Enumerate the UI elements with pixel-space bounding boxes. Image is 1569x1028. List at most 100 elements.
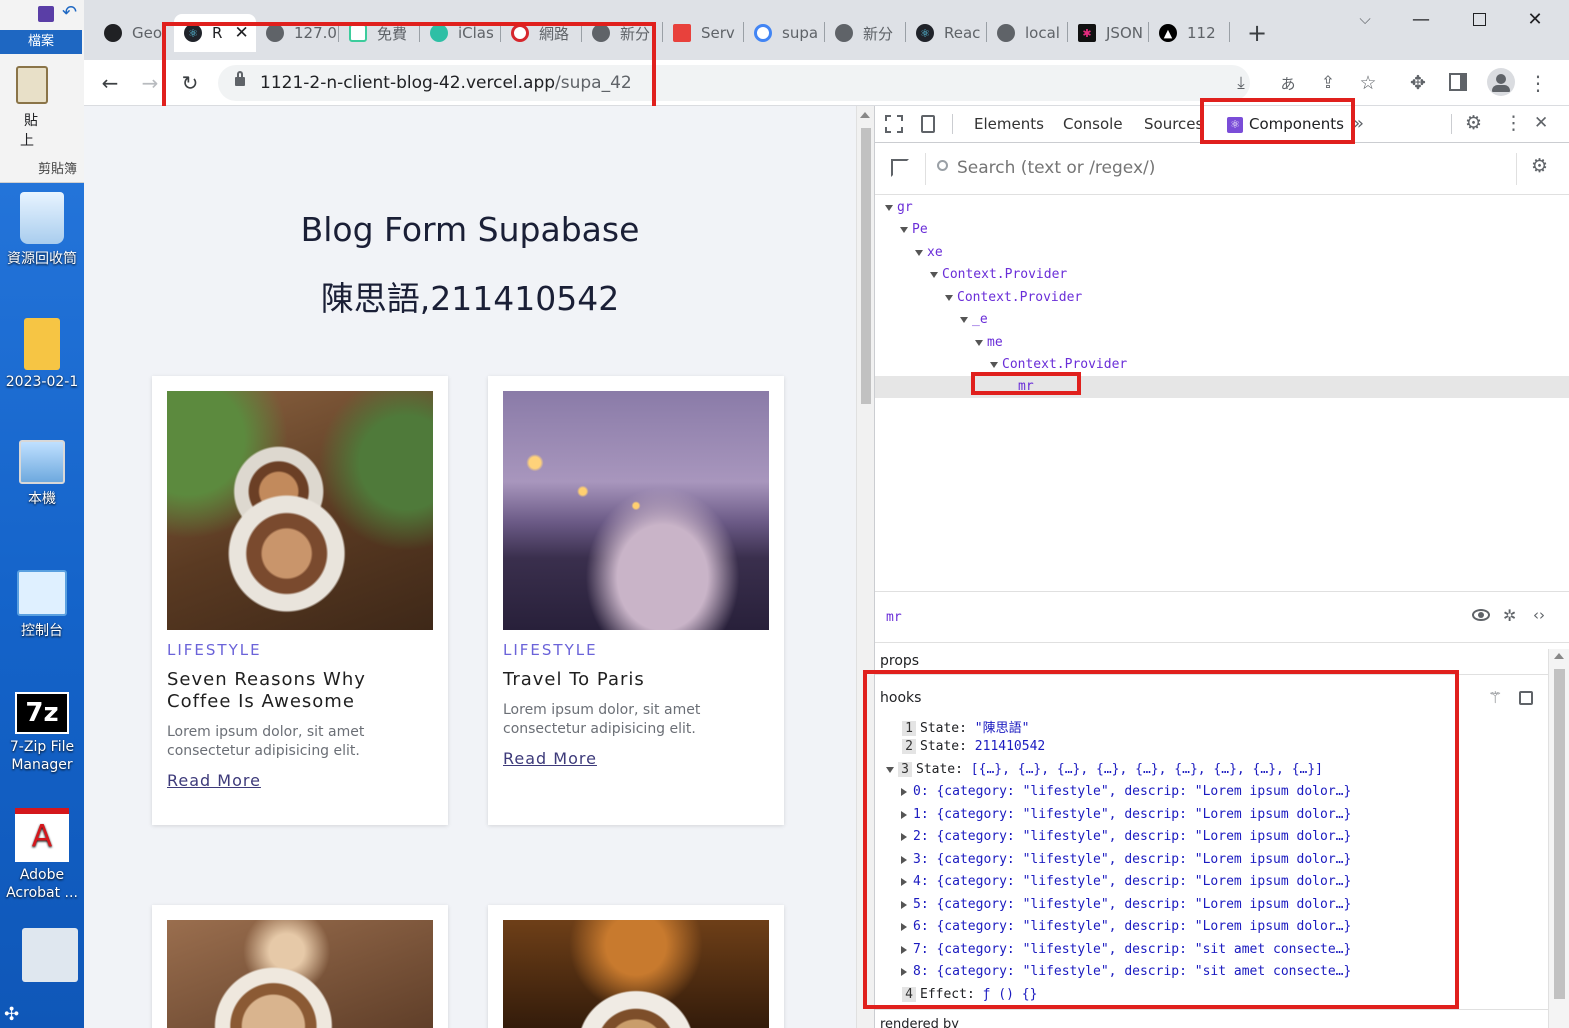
tab-sources[interactable]: Sources	[1144, 106, 1203, 143]
card-description: Lorem ipsum dolor, sit amet consectetur …	[503, 702, 701, 737]
device-toolbar-icon[interactable]	[921, 115, 935, 133]
translate-icon[interactable]: あ	[1273, 68, 1303, 98]
avatar-body	[1492, 85, 1510, 92]
desktop-icon-label: 2023-02-1	[5, 374, 79, 390]
inspector-scrollbar[interactable]	[1548, 649, 1569, 1028]
expand-triangle-icon[interactable]	[975, 339, 983, 346]
tab-separator	[1229, 22, 1230, 42]
inspector-scroll-thumb[interactable]	[1554, 669, 1565, 999]
read-more-link[interactable]: Read More	[503, 749, 597, 768]
magic-wand-icon[interactable]: ⚚	[1488, 688, 1502, 707]
bug-icon[interactable]: ✲	[1503, 606, 1516, 625]
tab-search-chevron-icon[interactable]: ⌵	[1350, 4, 1380, 34]
google-icon	[754, 24, 772, 42]
close-devtools-icon[interactable]: ✕	[1534, 113, 1548, 133]
tab[interactable]: Serv	[663, 14, 743, 52]
expand-triangle-icon[interactable]	[900, 226, 908, 233]
desktop-icon-label: 控制台	[21, 623, 63, 639]
desktop-icon-7zip[interactable]: 7z 7-Zip File Manager	[0, 692, 84, 774]
new-tab-icon[interactable]: +	[1242, 18, 1272, 48]
component-settings-gear-icon[interactable]: ⚙	[1531, 155, 1548, 177]
tree-node[interactable]: _e	[960, 312, 988, 327]
expand-triangle-icon[interactable]	[930, 271, 938, 278]
tab[interactable]: ⚛ Reac	[906, 14, 986, 52]
tab[interactable]: ✱ JSON	[1068, 14, 1148, 52]
github-icon	[104, 24, 122, 42]
scroll-up-arrow-icon[interactable]	[1554, 653, 1564, 659]
file-tab[interactable]: 檔案	[0, 30, 82, 54]
minimize-icon[interactable]: —	[1406, 4, 1436, 34]
undo-icon[interactable]: ↶	[62, 2, 77, 23]
read-more-link[interactable]: Read More	[167, 771, 261, 790]
desktop-icon-adobe-acrobat[interactable]: A Adobe Acrobat ...	[0, 808, 84, 902]
annotation-highlight-selected-node	[971, 372, 1081, 395]
tab[interactable]: supa	[744, 14, 824, 52]
shortcut-icon[interactable]	[22, 928, 78, 982]
paste-label[interactable]: 貼	[24, 110, 38, 130]
expand-triangle-icon[interactable]	[915, 249, 923, 256]
browser-window: Geo ⚛ R ✕ 127.0 免費 iClas 網路 新分 Serv supa 新…	[84, 0, 1569, 1028]
maximize-icon[interactable]	[1473, 13, 1486, 26]
tab-elements[interactable]: Elements	[974, 106, 1044, 143]
select-element-icon[interactable]	[891, 159, 909, 177]
expand-triangle-icon[interactable]	[885, 204, 893, 211]
view-source-icon[interactable]: ‹›	[1533, 606, 1545, 624]
devtools-menu-icon[interactable]: ⋮	[1504, 112, 1523, 134]
bookmark-star-icon[interactable]: ☆	[1353, 68, 1383, 98]
quick-access-toolbar: ↶	[0, 0, 84, 30]
tree-node-label: _e	[972, 312, 988, 327]
tree-node[interactable]: me	[975, 335, 1003, 350]
copy-icon[interactable]	[1519, 691, 1533, 705]
tab[interactable]: ▲ 112	[1149, 14, 1229, 52]
blog-card: LIFESTYLE Travel To Paris Lorem ipsum do…	[488, 376, 784, 825]
blog-card	[152, 905, 448, 1028]
tab[interactable]: local	[987, 14, 1067, 52]
inspected-component-header: mr ✲ ‹›	[875, 591, 1569, 643]
back-icon[interactable]: ←	[95, 68, 125, 98]
tree-node[interactable]: Context.Provider	[945, 290, 1082, 305]
paste-sub-label[interactable]: 上	[20, 130, 34, 150]
tree-node[interactable]: xe	[915, 245, 943, 260]
desktop-icon-label: 資源回收筒	[7, 251, 77, 267]
settings-gear-icon[interactable]: ⚙	[1465, 112, 1482, 134]
tab-console[interactable]: Console	[1063, 106, 1123, 143]
search-divider	[1516, 153, 1517, 185]
profile-avatar-icon[interactable]	[1487, 68, 1515, 96]
extensions-icon[interactable]: ✥	[1403, 68, 1433, 98]
tab[interactable]: 新分	[825, 14, 905, 52]
scroll-up-arrow-icon[interactable]	[860, 112, 870, 118]
tree-node[interactable]: Pe	[900, 222, 928, 237]
download-icon[interactable]: ⤓	[1226, 68, 1256, 98]
desktop-icon-this-pc[interactable]: 本機	[0, 440, 84, 508]
excel-ribbon-fragment: ↶ 檔案 貼 上 剪貼簿	[0, 0, 84, 183]
tab-label: Serv	[701, 24, 735, 42]
inspect-element-icon[interactable]	[885, 115, 903, 133]
forward-icon[interactable]: →	[135, 68, 165, 98]
paste-icon[interactable]	[16, 66, 48, 104]
desktop-icon-label: 本機	[28, 491, 56, 507]
eye-icon[interactable]	[1472, 609, 1490, 621]
coffee-cup-image	[503, 920, 769, 1028]
expand-triangle-icon[interactable]	[990, 361, 998, 368]
tree-node[interactable]: Context.Provider	[990, 357, 1127, 372]
tree-node-label: Context.Provider	[957, 290, 1083, 305]
tree-node[interactable]: Context.Provider	[930, 267, 1067, 282]
card-title: Seven Reasons Why Coffee Is Awesome	[167, 669, 366, 712]
share-icon[interactable]: ⇪	[1313, 68, 1343, 98]
side-panel-icon[interactable]	[1449, 73, 1467, 91]
tab-label: 112	[1187, 24, 1216, 42]
desktop-icon-control-panel[interactable]: 控制台	[0, 570, 84, 640]
desktop-icon-folder[interactable]: 2023-02-1	[0, 318, 84, 390]
expand-triangle-icon[interactable]	[945, 294, 953, 301]
page-scroll-thumb[interactable]	[861, 128, 871, 404]
browser-menu-icon[interactable]: ⋮	[1523, 68, 1553, 98]
save-icon[interactable]	[38, 6, 54, 22]
close-window-icon[interactable]: ✕	[1520, 4, 1550, 34]
tree-node[interactable]: gr	[885, 200, 913, 215]
desktop-icon-recycle-bin[interactable]: 資源回收筒	[0, 192, 84, 268]
clipboard-group-label: 剪貼簿	[38, 162, 78, 177]
tab-label: local	[1025, 24, 1060, 42]
move-cursor-icon: ✣	[4, 1004, 20, 1025]
expand-triangle-icon[interactable]	[960, 316, 968, 323]
component-search-input[interactable]	[957, 154, 1497, 182]
